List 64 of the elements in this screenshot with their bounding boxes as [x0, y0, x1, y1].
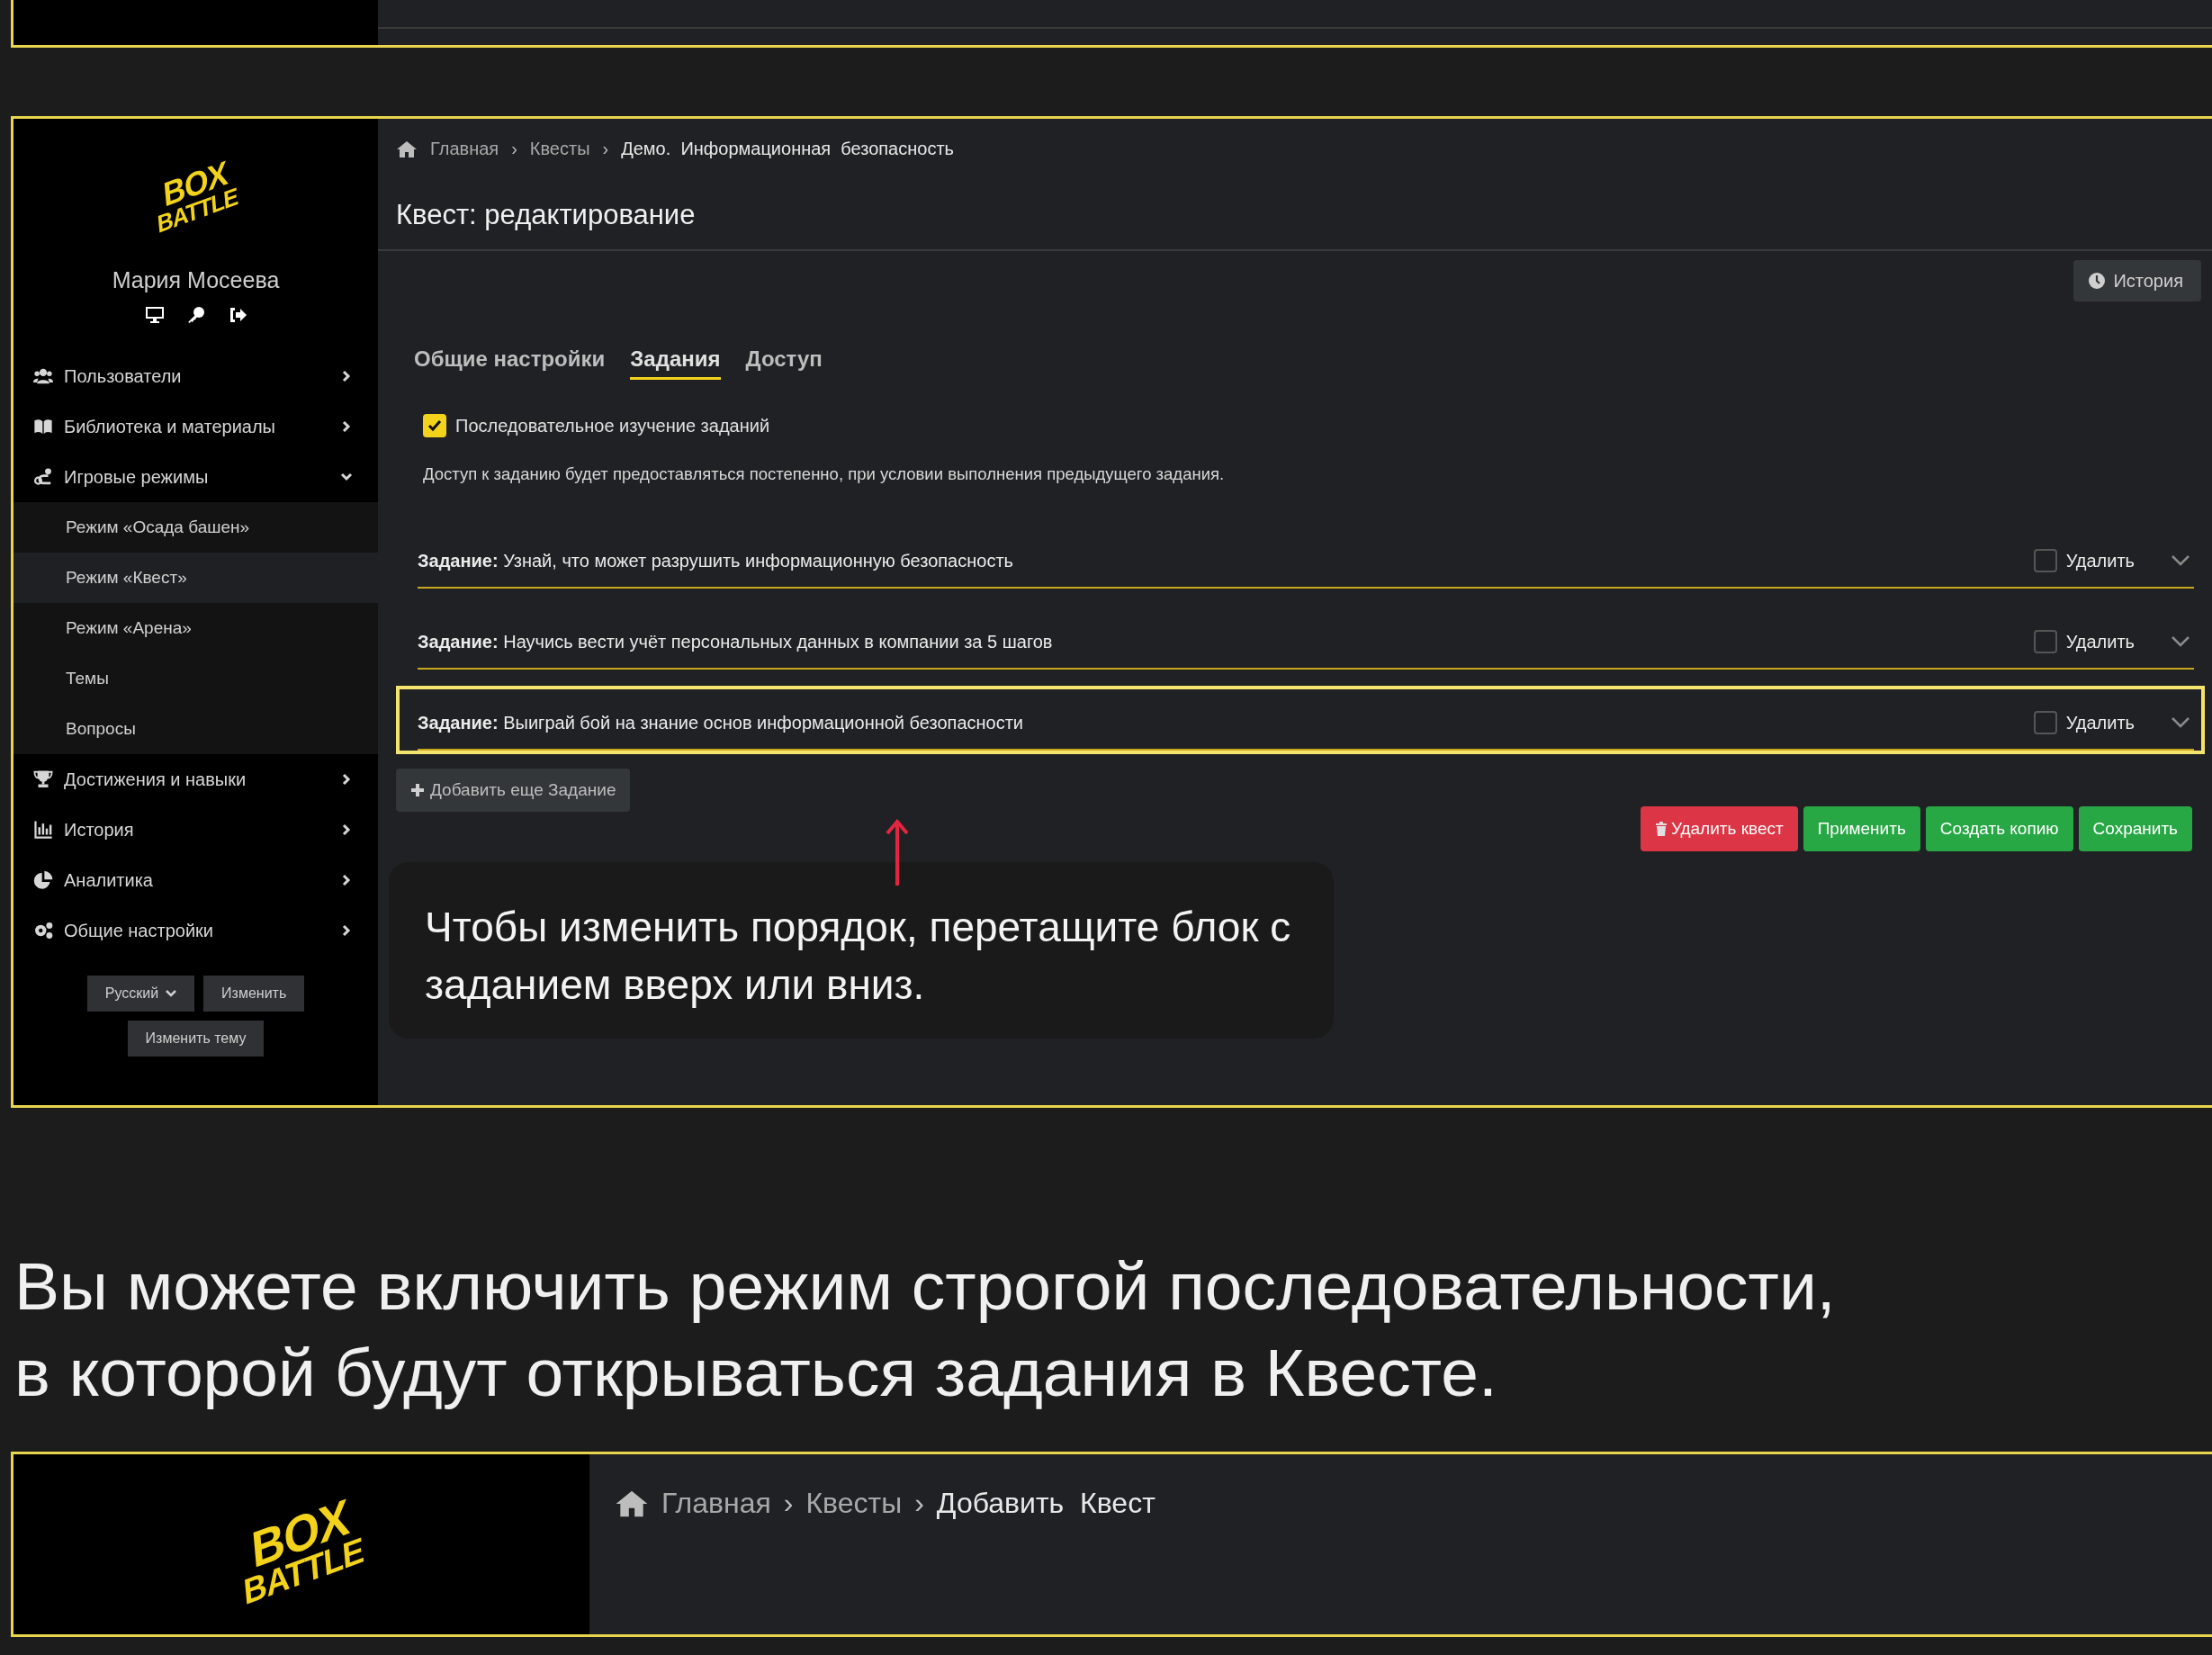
breadcrumb-separator: › [914, 1487, 924, 1520]
delete-label: Удалить [2065, 550, 2135, 571]
sidebar-item[interactable]: История [13, 805, 378, 855]
breadcrumb-separator: › [602, 139, 609, 159]
tab[interactable]: Общие настройки [414, 346, 606, 380]
task-title[interactable]: Задание: Узнай, что может разрушить информационную безопасность [418, 550, 2034, 571]
checkbox[interactable] [423, 414, 446, 437]
tab[interactable]: Доступ [745, 346, 823, 380]
chevron-down-icon[interactable] [2171, 554, 2190, 567]
history-button[interactable]: История [2073, 260, 2201, 301]
breadcrumb-link[interactable]: Квесты [805, 1487, 903, 1520]
change-theme-button[interactable]: Изменить тему [127, 1021, 265, 1057]
caret-icon [166, 989, 177, 998]
checkbox-label: Последовательное изучение заданий [455, 415, 770, 436]
sidebar-item[interactable]: Общие настройки [13, 905, 378, 956]
task-row[interactable]: Задание: Научись вести учёт персональных данных в компании за 5 шагов Удалить [418, 616, 2194, 670]
trophy-icon [31, 769, 55, 789]
page-title: Квест: редактирование [378, 159, 2212, 251]
submenu-item[interactable]: Темы [13, 653, 378, 704]
delete-checkbox[interactable] [2033, 630, 2057, 653]
users-icon [31, 366, 55, 386]
task-title[interactable]: Задание: Выиграй бой на знание основ информационной безопасности [418, 712, 2034, 733]
sidebar-item[interactable]: Аналитика [13, 855, 378, 905]
submenu-item[interactable]: Режим «Квест» [13, 553, 378, 603]
callout-text: Чтобы изменить порядок, перетащите блок с заданием вверх или вниз. [389, 862, 1334, 1039]
delete-checkbox[interactable] [2033, 711, 2057, 734]
delete-label: Удалить [2065, 631, 2135, 652]
tick-icon [427, 418, 443, 434]
sidebar-item[interactable]: Библиотека и материалы [13, 401, 378, 452]
home-icon [396, 139, 418, 158]
delete-label: Удалить [2065, 712, 2135, 733]
plus-icon [410, 783, 425, 797]
sidebar-item[interactable]: Пользователи [13, 351, 378, 401]
breadcrumb-link[interactable]: Главная [430, 139, 499, 159]
monitor-icon[interactable] [144, 306, 165, 324]
sidebar-item[interactable]: Достижения и навыки [13, 754, 378, 805]
breadcrumb-separator: › [783, 1487, 794, 1520]
description-text: Доступ к заданию будет предоставляться постепенно, при условии выполнения предыдущего задания. [422, 464, 1226, 484]
user-name: Мария Мосеева [112, 267, 280, 293]
submenu-item[interactable]: Режим «Осада башен» [13, 502, 378, 553]
task-title[interactable]: Задание: Научись вести учёт персональных данных в компании за 5 шагов [418, 631, 2034, 652]
chevron-down-icon[interactable] [2171, 635, 2190, 648]
task-row[interactable]: Задание: Выиграй бой на знание основ информационной безопасности Удалить [418, 697, 2194, 751]
submenu-item[interactable]: Вопросы [13, 704, 378, 754]
breadcrumb-separator: › [511, 139, 517, 159]
pie-chart-icon [31, 870, 55, 890]
bar-chart-icon [31, 820, 55, 840]
book-icon [31, 417, 55, 436]
home-icon [615, 1489, 649, 1518]
breadcrumb-link[interactable]: Главная [661, 1487, 771, 1520]
tab[interactable]: Задания [630, 346, 721, 380]
delete-quest-button[interactable]: Удалить квест [1640, 806, 1798, 851]
trash-icon [1654, 822, 1668, 836]
change-button[interactable]: Изменить [203, 976, 305, 1012]
add-task-button[interactable]: Добавить еще Задание [396, 769, 631, 812]
language-select[interactable]: Русский [86, 976, 195, 1012]
chevron-down-icon[interactable] [2171, 716, 2190, 729]
delete-checkbox[interactable] [2033, 549, 2057, 572]
submenu-item[interactable]: Режим «Арена» [13, 603, 378, 653]
task-row[interactable]: Задание: Узнай, что может разрушить информационную безопасность Удалить [418, 535, 2194, 589]
clock-icon [2088, 272, 2107, 290]
breadcrumb-link[interactable]: Квесты [529, 139, 590, 159]
caption-text: Вы можете включить режим строгой последовательности, в которой будут открываться задания в Квесте. [14, 1247, 1837, 1412]
sidebar-item[interactable]: Игровые режимы [13, 452, 378, 502]
